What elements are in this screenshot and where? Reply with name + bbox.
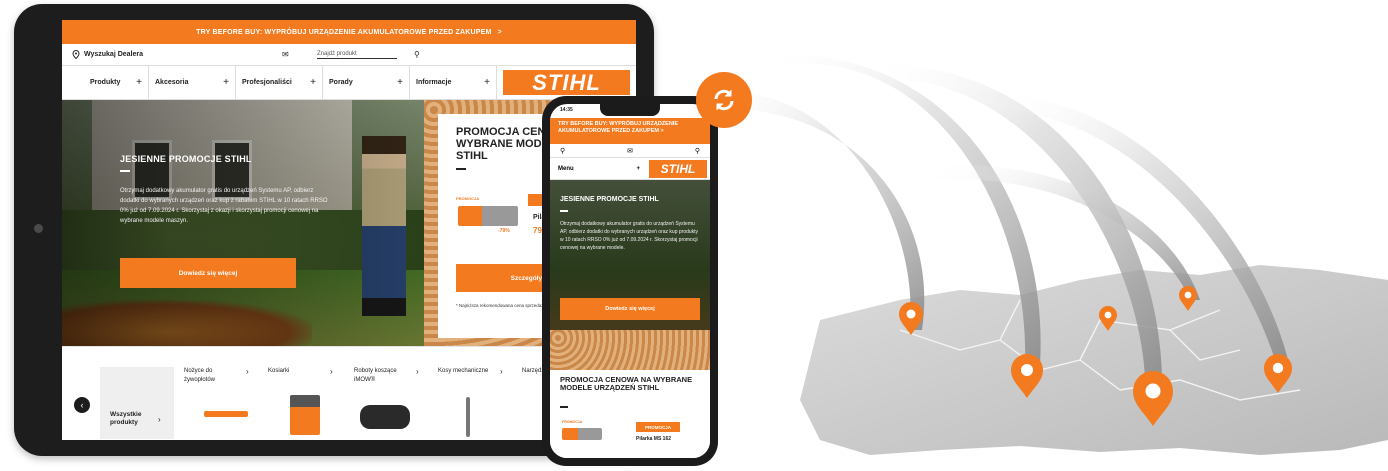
main-nav: Produkty + Akcesoria + Profesjonaliści + Po… bbox=[62, 66, 636, 100]
lawnmower-image bbox=[290, 395, 320, 435]
stihl-logo[interactable]: STIHL bbox=[503, 70, 630, 95]
mobile-promo-card: PROMOCJA CENOWA NA WYBRANE MODELE URZĄDZ… bbox=[550, 370, 710, 458]
category-label: Nożyce do żywopłotów bbox=[184, 368, 216, 383]
phone-screen: 14:35 TRY BEFORE BUY: WYPRÓBUJ URZĄDZENI… bbox=[550, 104, 710, 458]
promo-banner-text: TRY BEFORE BUY: WYPRÓBUJ URZĄDZENIE AKUM… bbox=[196, 28, 492, 36]
chevron-right-icon: › bbox=[330, 367, 333, 376]
hero-description: Otrzymaj dodatkowy akumulator gratis do … bbox=[120, 188, 328, 224]
location-pin-icon[interactable]: ⚲ bbox=[560, 147, 565, 155]
tablet-camera bbox=[34, 224, 43, 233]
location-pin-icon bbox=[72, 50, 80, 59]
mobile-hero-divider bbox=[560, 210, 568, 212]
mobile-utility-bar: ⚲ ✉ ⚲ bbox=[550, 144, 710, 158]
promo-card-divider bbox=[456, 168, 466, 170]
brushcutter-image bbox=[466, 397, 470, 437]
menu-button[interactable]: Menu + bbox=[550, 166, 646, 172]
category-robot-mowers[interactable]: Roboty koszące iMOW® › bbox=[354, 367, 444, 439]
hero-learn-more-button[interactable]: Dowiedz się więcej bbox=[120, 258, 296, 288]
category-label: Roboty koszące iMOW® bbox=[354, 368, 397, 383]
plus-icon: + bbox=[636, 165, 640, 172]
promo-percent: -79% bbox=[498, 228, 510, 234]
arc-1 bbox=[700, 92, 925, 330]
status-time: 14:35 bbox=[560, 107, 573, 113]
plus-icon: + bbox=[310, 77, 316, 88]
menu-label: Menu bbox=[558, 165, 574, 172]
mobile-hero-text: Otrzymaj dodatkowy akumulator gratis do … bbox=[560, 221, 699, 251]
chevron-right-icon: › bbox=[416, 367, 419, 376]
dealer-locator[interactable]: Wyszukaj Dealera bbox=[72, 50, 143, 59]
utility-bar: Wyszukaj Dealera ✉ Znajdź produkt ⚲ bbox=[62, 44, 636, 66]
mobile-promo-title: PROMOCJA CENOWA NA WYBRANE MODELE URZĄDZ… bbox=[560, 375, 693, 392]
hero-divider bbox=[120, 170, 130, 172]
mobile-hero: JESIENNE PROMOCJE STIHL Otrzymaj dodatko… bbox=[550, 180, 710, 330]
chevron-right-icon: › bbox=[246, 367, 249, 376]
dealer-label: Wyszukaj Dealera bbox=[84, 51, 144, 58]
promo-badge: PROMOCJA bbox=[456, 196, 480, 201]
mail-icon[interactable]: ✉ bbox=[282, 50, 289, 59]
nav-label: Porady bbox=[329, 79, 353, 86]
search-icon[interactable]: ⚲ bbox=[414, 50, 420, 59]
nav-label: Akcesoria bbox=[155, 79, 189, 86]
category-label: Kosy mechaniczne bbox=[438, 368, 489, 374]
stage: TRY BEFORE BUY: WYPRÓBUJ URZĄDZENIE AKUM… bbox=[0, 0, 1388, 471]
sync-icon bbox=[696, 72, 752, 128]
plus-icon: + bbox=[397, 77, 403, 88]
germany-map-graphic bbox=[700, 54, 1388, 455]
nav-item-informacje[interactable]: Informacje + bbox=[410, 66, 497, 99]
category-brushcutters[interactable]: Kosy mechaniczne › bbox=[438, 367, 528, 439]
promo-price: 79 bbox=[533, 226, 542, 235]
chevron-right-icon: > bbox=[497, 28, 502, 36]
nav-label: Profesjonaliści bbox=[242, 79, 292, 86]
search-input[interactable]: Znajdź produkt bbox=[317, 51, 397, 59]
mobile-hero-title: JESIENNE PROMOCJE STIHL bbox=[560, 196, 659, 203]
mobile-promo-small-badge: PROMOCJA bbox=[562, 420, 583, 424]
country-shape bbox=[800, 265, 1388, 455]
nav-item-porady[interactable]: Porady + bbox=[323, 66, 410, 99]
chevron-left-icon[interactable]: ‹ bbox=[74, 397, 90, 413]
mobile-promo-badge: PROMOCJA bbox=[636, 422, 680, 432]
chainsaw-image bbox=[562, 428, 602, 440]
mobile-menu-bar: Menu + STIHL bbox=[550, 158, 710, 180]
phone-notch bbox=[600, 104, 660, 116]
nav-label: Informacje bbox=[416, 79, 452, 86]
mobile-promo-divider bbox=[560, 406, 568, 408]
hero-title: JESIENNE PROMOCJE STIHL bbox=[120, 154, 252, 164]
plus-icon: + bbox=[136, 77, 142, 88]
nav-item-produkty[interactable]: Produkty + bbox=[62, 66, 149, 99]
category-hedge-trimmers[interactable]: Nożyce do żywopłotów › bbox=[184, 367, 274, 439]
hero-banner: JESIENNE PROMOCJE STIHL Otrzymaj dodatko… bbox=[62, 100, 424, 346]
all-products-tile[interactable]: Wszystkie produkty › bbox=[100, 367, 174, 439]
hero-content: JESIENNE PROMOCJE STIHL Otrzymaj dodatko… bbox=[120, 154, 330, 226]
category-lawnmowers[interactable]: Kosiarki › bbox=[268, 367, 358, 439]
all-products-label: Wszystkie produkty bbox=[110, 411, 142, 426]
mobile-wood-image bbox=[550, 330, 710, 370]
mobile-promo-product[interactable]: Pilarka MS 162 bbox=[636, 436, 671, 442]
chevron-right-icon: › bbox=[158, 415, 161, 424]
robot-mower-image bbox=[360, 405, 410, 429]
nav-label: Produkty bbox=[90, 79, 121, 86]
mail-icon[interactable]: ✉ bbox=[627, 147, 633, 155]
mobile-learn-more-button[interactable]: Dowiedz się więcej bbox=[560, 298, 700, 320]
sync-arrows-icon bbox=[714, 89, 734, 111]
plus-icon: + bbox=[223, 77, 229, 88]
nav-item-profesjonalisci[interactable]: Profesjonaliści + bbox=[236, 66, 323, 99]
phone-device: 14:35 TRY BEFORE BUY: WYPRÓBUJ URZĄDZENI… bbox=[542, 96, 718, 466]
mobile-promo-banner[interactable]: TRY BEFORE BUY: WYPRÓBUJ URZĄDZENIE AKUM… bbox=[550, 118, 710, 144]
country-map bbox=[800, 265, 1388, 455]
hedge-trimmer-image bbox=[204, 411, 248, 417]
category-label: Kosiarki bbox=[268, 368, 290, 374]
chainsaw-image bbox=[458, 206, 518, 226]
nav-item-akcesoria[interactable]: Akcesoria + bbox=[149, 66, 236, 99]
chevron-right-icon: › bbox=[500, 367, 503, 376]
promo-banner[interactable]: TRY BEFORE BUY: WYPRÓBUJ URZĄDZENIE AKUM… bbox=[62, 20, 636, 44]
stihl-logo[interactable]: STIHL bbox=[649, 159, 707, 178]
plus-icon: + bbox=[484, 77, 490, 88]
